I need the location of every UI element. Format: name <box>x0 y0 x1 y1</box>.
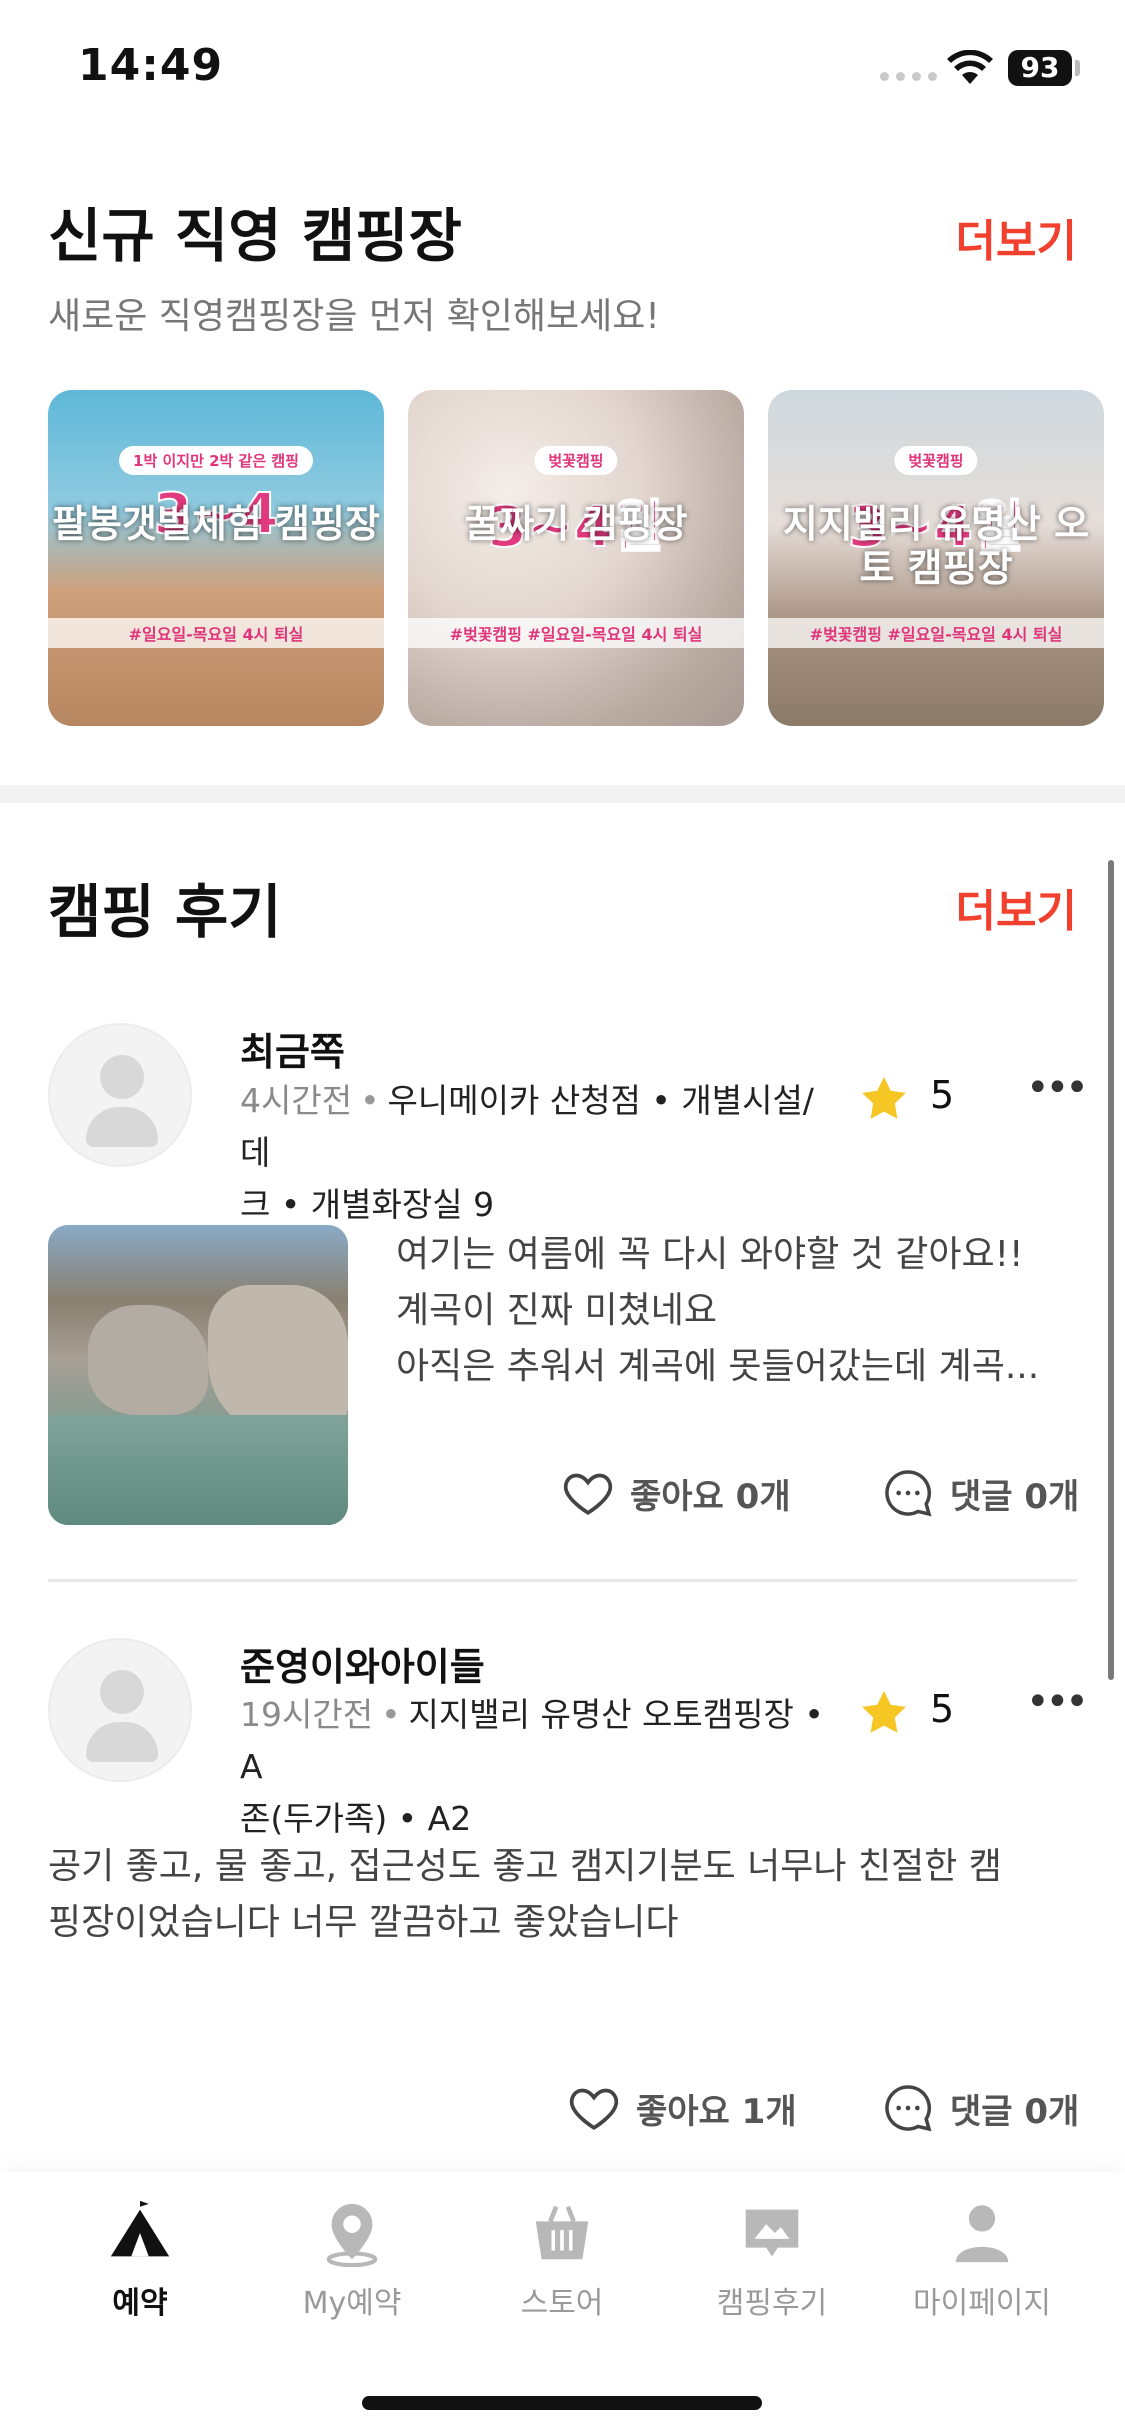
review-user-name[interactable]: 최금쪽 <box>240 1021 345 1076</box>
review-text-line: 아직은 추워서 계곡에 못들어갔는데 계곡... <box>396 1346 1040 1387</box>
review-separator <box>48 1579 1077 1582</box>
card-campsite-name: 지지밸리 유명산 오토 캠핑장 <box>782 502 1090 590</box>
status-time: 14:49 <box>78 40 224 91</box>
review-rating: 5 <box>930 1073 955 1117</box>
review-user-name[interactable]: 준영이와아이들 <box>240 1636 485 1691</box>
photo-review-icon <box>745 2209 799 2257</box>
card-pill: 벚꽃캠핑 <box>534 446 618 475</box>
location-pin-icon <box>326 2203 378 2268</box>
campsite-card[interactable]: 1박 이지만 2박 같은 캠핑 3~4 팔봉갯벌체험 캠핑장 #일요일-목요일 … <box>48 390 384 726</box>
comment-count: 댓글 0개 <box>950 1476 1080 1517</box>
tab-reservation[interactable]: 예약 <box>40 2198 240 2322</box>
review-time-ago: 4시간전 <box>240 1081 353 1120</box>
cellular-signal-icon <box>880 72 937 81</box>
star-icon <box>862 1076 906 1119</box>
review-text-line: 핑장이었습니다 너무 깔끔하고 좋았습니다 <box>48 1902 679 1943</box>
comment-button[interactable]: 댓글 0개 <box>880 1465 1079 1521</box>
more-button-new[interactable]: 더보기 <box>956 205 1077 269</box>
new-campsites-section: 신규 직영 캠핑장 더보기 새로운 직영캠핑장을 먼저 확인해보세요! 1박 이… <box>0 135 1125 785</box>
tab-label: 예약 <box>112 2286 168 2321</box>
battery-tip <box>1075 60 1080 76</box>
camping-reviews-section: 캠핑 후기 더보기 최금쪽 4시간전 • 우니메이카 산청점 • 개별시설/ 데 크… <box>0 803 1125 2173</box>
like-count: 좋아요 1개 <box>636 2091 797 2132</box>
review-site-line2: 존(두가족) • A2 <box>240 1799 472 1838</box>
like-count: 좋아요 0개 <box>630 1476 791 1517</box>
card-tag: #벚꽃캠핑 #일요일-목요일 4시 퇴실 <box>768 618 1104 648</box>
heart-icon <box>569 2088 619 2131</box>
review-rating: 5 <box>930 1687 955 1731</box>
review-text[interactable]: 공기 좋고, 물 좋고, 접근성도 좋고 캠지기분도 너무나 친절한 캠 핑장이… <box>48 1839 1088 1951</box>
star-icon <box>862 1690 906 1733</box>
campsite-carousel[interactable]: 1박 이지만 2박 같은 캠핑 3~4 팔봉갯벌체험 캠핑장 #일요일-목요일 … <box>48 390 1104 726</box>
tab-label: 마이페이지 <box>913 2286 1051 2321</box>
review-meta: 4시간전 • 우니메이카 산청점 • 개별시설/ 데 크 • 개별화장실 9 <box>240 1081 814 1224</box>
comment-count: 댓글 0개 <box>950 2091 1080 2132</box>
person-icon <box>955 2205 1009 2263</box>
like-button[interactable]: 좋아요 0개 <box>560 1465 791 1521</box>
review-meta: 19시간전 • 지지밸리 유명산 오토캠핑장 • A 존(두가족) • A2 <box>240 1695 824 1838</box>
tent-icon <box>110 2200 170 2257</box>
tab-label: 캠핑후기 <box>716 2286 828 2321</box>
review-text[interactable]: 여기는 여름에 꼭 다시 와야할 것 같아요!! 계곡이 진짜 미쳤네요 아직은… <box>396 1227 1086 1395</box>
review-text-line: 계곡이 진짜 미쳤네요 <box>396 1290 717 1331</box>
card-pill: 1박 이지만 2박 같은 캠핑 <box>119 446 313 475</box>
review-text-line: 여기는 여름에 꼭 다시 와야할 것 같아요!! <box>396 1234 1024 1275</box>
heart-icon <box>563 1473 613 1516</box>
more-options-icon[interactable]: ••• <box>1026 1679 1089 1725</box>
section-title-reviews: 캠핑 후기 <box>48 878 282 946</box>
tab-label: My예약 <box>302 2286 402 2321</box>
review-time-ago: 19시간전 <box>240 1695 374 1734</box>
campsite-card[interactable]: 벚꽃캠핑 3~4월 지지밸리 유명산 오토 캠핑장 #벚꽃캠핑 #일요일-목요일… <box>768 390 1104 726</box>
comment-bubble-icon <box>885 2085 932 2132</box>
tab-my-page[interactable]: 마이페이지 <box>882 2198 1082 2322</box>
avatar[interactable] <box>48 1023 192 1167</box>
more-options-icon[interactable]: ••• <box>1026 1065 1089 1111</box>
avatar[interactable] <box>48 1638 192 1782</box>
tab-my-reservation[interactable]: My예약 <box>252 2198 452 2322</box>
campsite-card[interactable]: 벚꽃캠핑 3~4월 꿀짜기 캠핑장 #벚꽃캠핑 #일요일-목요일 4시 퇴실 <box>408 390 744 726</box>
comment-button[interactable]: 댓글 0개 <box>880 2080 1079 2136</box>
comment-bubble-icon <box>885 1470 932 1517</box>
tab-label: 스토어 <box>520 2286 604 2321</box>
card-campsite-name: 꿀짜기 캠핑장 <box>464 502 688 546</box>
card-tag: #일요일-목요일 4시 퇴실 <box>48 618 384 648</box>
review-site-line2: 크 • 개별화장실 9 <box>240 1185 495 1224</box>
like-button[interactable]: 좋아요 1개 <box>566 2080 797 2136</box>
wifi-icon <box>947 50 993 84</box>
home-indicator <box>362 2396 762 2410</box>
section-title-new: 신규 직영 캠핑장 <box>48 202 462 270</box>
card-tag: #벚꽃캠핑 #일요일-목요일 4시 퇴실 <box>408 618 744 648</box>
card-campsite-name: 팔봉갯벌체험 캠핑장 <box>52 502 380 546</box>
section-subtitle: 새로운 직영캠핑장을 먼저 확인해보세요! <box>48 296 660 337</box>
battery-icon: 93 <box>1008 50 1072 86</box>
section-divider <box>0 785 1125 803</box>
review-text-line: 공기 좋고, 물 좋고, 접근성도 좋고 캠지기분도 너무나 친절한 캠 <box>48 1846 1002 1887</box>
scrollbar[interactable] <box>1108 860 1114 1680</box>
more-button-reviews[interactable]: 더보기 <box>956 875 1077 939</box>
review-photo[interactable] <box>48 1225 348 1525</box>
tab-camping-reviews[interactable]: 캠핑후기 <box>672 2198 872 2322</box>
shopping-basket-icon <box>535 2205 589 2260</box>
card-pill: 벚꽃캠핑 <box>894 446 978 475</box>
tab-store[interactable]: 스토어 <box>462 2198 662 2322</box>
status-bar: 14:49 93 <box>0 0 1125 135</box>
